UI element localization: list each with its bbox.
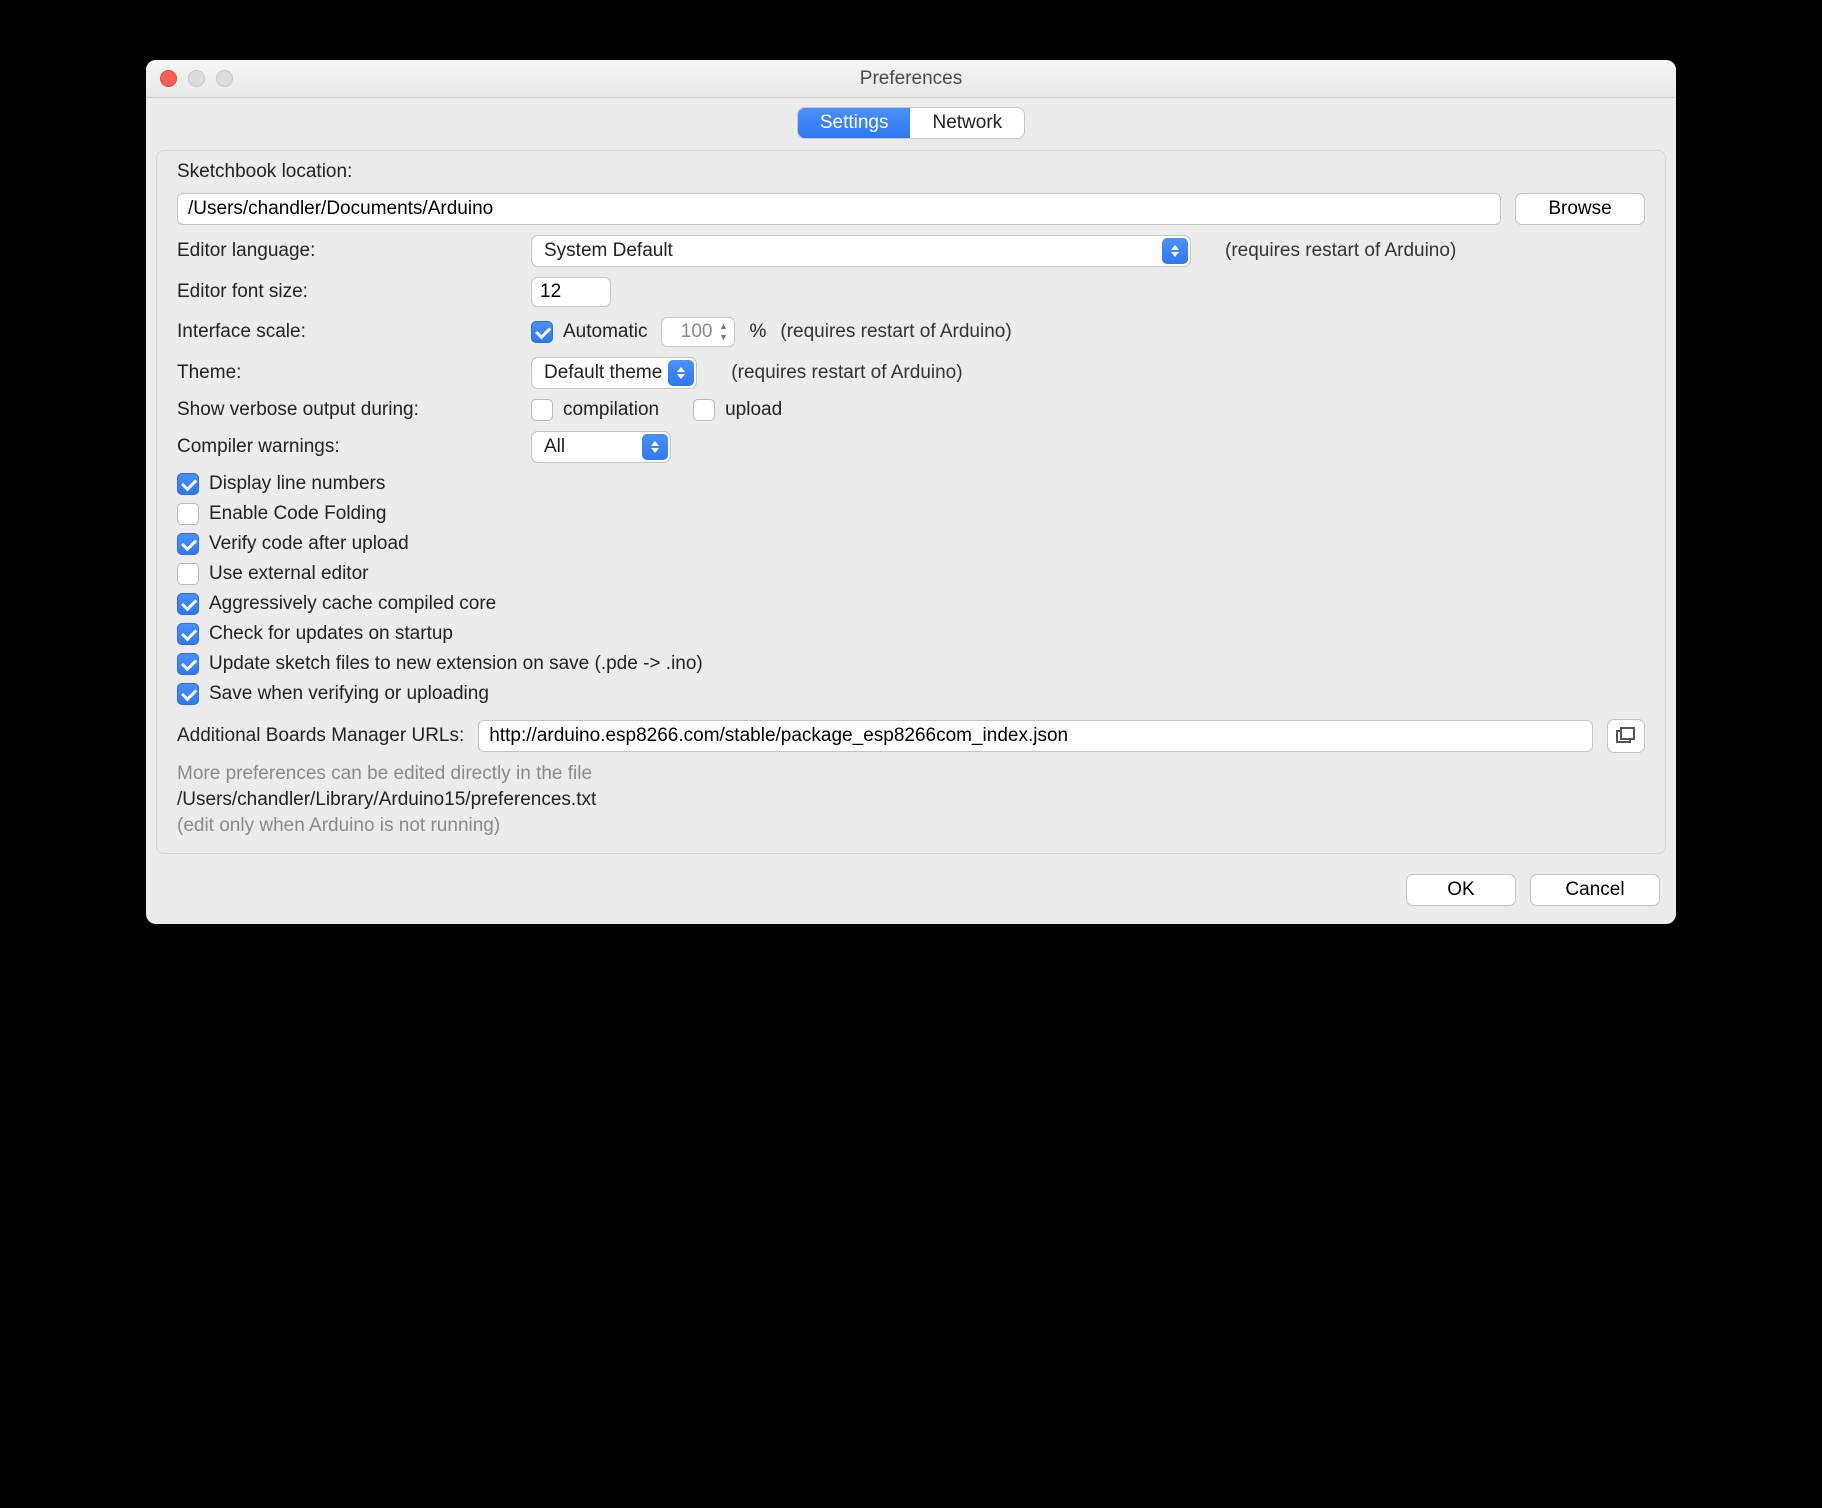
sketchbook-location-input[interactable] <box>177 193 1501 225</box>
theme-select[interactable]: Default theme <box>531 357 697 389</box>
option-label: Use external editor <box>209 563 368 585</box>
option-label: Display line numbers <box>209 473 385 495</box>
boards-url-label: Additional Boards Manager URLs: <box>177 725 464 747</box>
interface-scale-note: (requires restart of Arduino) <box>780 321 1011 343</box>
theme-label: Theme: <box>177 362 517 384</box>
checkbox-icon <box>177 533 199 555</box>
editor-language-note: (requires restart of Arduino) <box>1225 240 1456 262</box>
check-updates-checkbox[interactable]: Check for updates on startup <box>177 623 1645 645</box>
window-title: Preferences <box>146 68 1676 90</box>
save-when-verify-checkbox[interactable]: Save when verifying or uploading <box>177 683 1645 705</box>
theme-value: Default theme <box>544 362 662 384</box>
checkbox-icon <box>177 563 199 585</box>
checkbox-icon <box>177 683 199 705</box>
option-label: Aggressively cache compiled core <box>209 593 496 615</box>
checkbox-icon <box>177 503 199 525</box>
verbose-compilation-text: compilation <box>563 399 659 421</box>
preferences-window: Preferences Settings Network Sketchbook … <box>146 60 1676 924</box>
checkbox-icon <box>693 399 715 421</box>
compiler-warnings-value: All <box>544 436 565 458</box>
font-size-label: Editor font size: <box>177 281 517 303</box>
display-line-numbers-checkbox[interactable]: Display line numbers <box>177 473 1645 495</box>
editor-language-label: Editor language: <box>177 240 517 262</box>
theme-note: (requires restart of Arduino) <box>731 362 962 384</box>
compiler-warnings-select[interactable]: All <box>531 431 671 463</box>
interface-scale-value <box>662 318 716 346</box>
verbose-upload-checkbox[interactable]: upload <box>693 399 782 421</box>
window-expand-icon <box>1616 727 1636 745</box>
preferences-file-path[interactable]: /Users/chandler/Library/Arduino15/prefer… <box>177 789 1645 811</box>
titlebar: Preferences <box>146 60 1676 98</box>
editor-language-value: System Default <box>544 240 673 262</box>
chevron-updown-icon <box>1162 238 1188 264</box>
chevron-updown-icon <box>668 360 694 386</box>
chevron-updown-icon <box>642 434 668 460</box>
checkbox-icon <box>177 593 199 615</box>
tab-strip: Settings Network <box>146 98 1676 150</box>
option-label: Check for updates on startup <box>209 623 453 645</box>
checkbox-icon <box>177 473 199 495</box>
cancel-button[interactable]: Cancel <box>1530 874 1660 906</box>
checkbox-icon <box>531 321 553 343</box>
boards-url-input[interactable] <box>478 720 1593 752</box>
dialog-footer: OK Cancel <box>146 866 1676 924</box>
checkbox-icon <box>177 623 199 645</box>
stepper-icon: ▲▼ <box>716 322 734 342</box>
compiler-warnings-label: Compiler warnings: <box>177 436 517 458</box>
ok-button[interactable]: OK <box>1406 874 1516 906</box>
update-extension-checkbox[interactable]: Update sketch files to new extension on … <box>177 653 1645 675</box>
checkbox-icon <box>531 399 553 421</box>
interface-scale-spinner[interactable]: ▲▼ <box>661 317 735 347</box>
interface-scale-automatic-checkbox[interactable]: Automatic <box>531 321 647 343</box>
verbose-compilation-checkbox[interactable]: compilation <box>531 399 659 421</box>
options-list: Display line numbers Enable Code Folding… <box>177 473 1645 705</box>
tab-network[interactable]: Network <box>910 108 1024 138</box>
editor-language-select[interactable]: System Default <box>531 235 1191 267</box>
interface-scale-auto-text: Automatic <box>563 321 647 343</box>
font-size-input[interactable] <box>531 277 611 307</box>
boards-url-expand-button[interactable] <box>1607 719 1645 753</box>
option-label: Save when verifying or uploading <box>209 683 489 705</box>
verify-after-upload-checkbox[interactable]: Verify code after upload <box>177 533 1645 555</box>
settings-panel: Sketchbook location: Browse Editor langu… <box>156 150 1666 854</box>
tab-segmented: Settings Network <box>798 108 1024 138</box>
tab-settings[interactable]: Settings <box>798 108 911 138</box>
use-external-editor-checkbox[interactable]: Use external editor <box>177 563 1645 585</box>
browse-button[interactable]: Browse <box>1515 193 1645 225</box>
option-label: Enable Code Folding <box>209 503 386 525</box>
option-label: Verify code after upload <box>209 533 409 555</box>
interface-scale-label: Interface scale: <box>177 321 517 343</box>
verbose-label: Show verbose output during: <box>177 399 517 421</box>
percent-sign: % <box>749 321 766 343</box>
option-label: Update sketch files to new extension on … <box>209 653 703 675</box>
more-prefs-line2: (edit only when Arduino is not running) <box>177 815 1645 837</box>
sketchbook-label: Sketchbook location: <box>177 161 1645 183</box>
verbose-upload-text: upload <box>725 399 782 421</box>
checkbox-icon <box>177 653 199 675</box>
enable-code-folding-checkbox[interactable]: Enable Code Folding <box>177 503 1645 525</box>
aggressive-cache-checkbox[interactable]: Aggressively cache compiled core <box>177 593 1645 615</box>
more-prefs-line1: More preferences can be edited directly … <box>177 763 1645 785</box>
